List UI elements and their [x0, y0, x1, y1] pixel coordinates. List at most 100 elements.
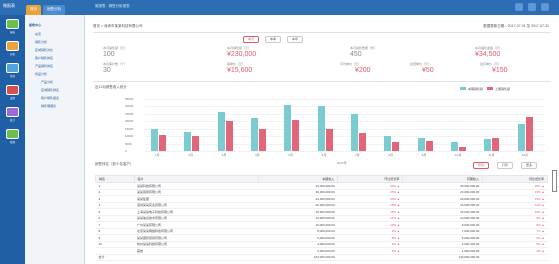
close-icon[interactable]	[541, 3, 549, 11]
analysis-icon	[6, 41, 19, 51]
bar-current[interactable]	[351, 113, 358, 151]
rail-item-report[interactable]: 报表	[3, 19, 22, 35]
bar-current[interactable]	[317, 106, 325, 151]
y-tick-label: 35000	[125, 97, 134, 101]
table-cell: 164,000,000.00	[258, 254, 338, 261]
bar-previous[interactable]	[392, 142, 400, 151]
x-tick-label: 5月	[288, 153, 293, 157]
table-cell	[134, 254, 259, 261]
tree-item[interactable]: 客户销售排名	[35, 56, 53, 60]
main-content: 首页 > 深圳市某某科技有限公司 数据更新日期：2017-07-01 至 201…	[85, 15, 559, 264]
window-title: 微报表 - 销售分析报表	[95, 4, 130, 8]
tree-item[interactable]: 区域销售排名	[41, 88, 59, 92]
tree-item[interactable]: 商品分析	[35, 72, 47, 76]
rail-item-settings[interactable]: 设置	[3, 85, 22, 101]
bar-current[interactable]	[484, 139, 492, 151]
tab-home[interactable]: 首页	[26, 5, 41, 15]
tree-item[interactable]: 总览	[35, 32, 41, 36]
scrollbar[interactable]	[552, 170, 557, 192]
bar-current[interactable]	[284, 104, 292, 151]
table-row[interactable]: 合计 164,000,000.00 140,000,000.00	[95, 254, 548, 261]
tree-item[interactable]: 销售分析	[35, 40, 47, 44]
print-button[interactable]: 打印	[497, 162, 513, 169]
x-tick-label: 10月	[455, 153, 462, 157]
bar-previous[interactable]	[159, 134, 166, 151]
x-tick-label: 2月	[188, 153, 193, 157]
gridline	[145, 106, 545, 108]
x-tick-label: 4月	[255, 153, 260, 157]
tree-item[interactable]: 产品销售排名	[35, 64, 53, 68]
bar-previous[interactable]	[192, 136, 200, 151]
bar-current[interactable]	[451, 142, 458, 151]
tree-item[interactable]: 区域销售对比	[35, 48, 53, 52]
bar-current[interactable]	[517, 124, 525, 151]
bar-current[interactable]	[151, 128, 158, 151]
tree-sidebar: 报表中心 总览 销售分析 区域销售对比 客户销售排名 产品销售排名 商品分析 产…	[25, 15, 85, 264]
bar-previous[interactable]	[359, 133, 366, 151]
top-tabs: 首页 销售分析	[26, 5, 65, 15]
y-tick-label: 20000	[125, 119, 134, 124]
export-button[interactable]: 导出	[473, 162, 489, 169]
more-button[interactable]: 更多	[521, 162, 537, 169]
table-cell: 合计	[95, 254, 134, 261]
bar-current[interactable]	[384, 136, 392, 151]
gridline	[145, 121, 545, 123]
gridline	[145, 151, 545, 152]
icon-rail: 报表 分析 查询 设置 统计 管理	[0, 15, 25, 264]
rail-item-manage[interactable]: 管理	[3, 129, 22, 145]
gridline	[145, 136, 545, 138]
rail-label: 设置	[9, 97, 15, 100]
table-cell	[337, 254, 403, 261]
rail-item-query[interactable]: 查询	[3, 63, 22, 79]
gridline	[145, 128, 545, 130]
table-body: 1 某某科技有限公司 34,000,000.00 30% ▲ 30,000,000.00…	[95, 182, 548, 261]
bar-previous[interactable]	[292, 119, 300, 151]
column-header[interactable]: 客户	[133, 175, 259, 183]
rail-label: 查询	[9, 75, 15, 78]
bar-current[interactable]	[251, 118, 258, 151]
x-tick-label: 12月	[521, 153, 528, 157]
bar-current[interactable]	[217, 112, 225, 151]
user-icon[interactable]	[515, 3, 523, 11]
column-header[interactable]: 排名	[95, 175, 135, 183]
x-tick-label: 6月	[321, 153, 327, 157]
tree-item[interactable]: 产品分析	[41, 80, 53, 84]
column-header[interactable]: 本期收入	[257, 175, 339, 183]
table-cell: 140,000,000.00	[402, 254, 483, 261]
rail-item-analysis[interactable]: 分析	[3, 41, 22, 57]
bar-previous[interactable]	[425, 140, 433, 151]
y-tick-label: 30000	[125, 104, 134, 109]
tree-item[interactable]: 销售明细表	[41, 104, 56, 108]
tree-root[interactable]: 报表中心	[29, 23, 41, 27]
column-header[interactable]: 同期收入	[402, 175, 483, 183]
window-controls	[515, 3, 549, 11]
top-bar: 微报表 首页 销售分析 微报表 - 销售分析报表	[0, 0, 559, 15]
x-tick-label: 8月	[388, 153, 393, 157]
bar-previous[interactable]	[225, 121, 233, 151]
x-axis-label: 2017年	[337, 161, 347, 165]
rail-item-stats[interactable]: 统计	[3, 107, 22, 123]
bar-previous[interactable]	[459, 146, 466, 151]
bar-previous[interactable]	[259, 128, 266, 151]
query-icon	[6, 63, 19, 73]
bar-previous[interactable]	[492, 137, 500, 151]
bar-current[interactable]	[184, 131, 192, 151]
bar-previous[interactable]	[325, 128, 333, 151]
table-header-row: 排名 客户 本期收入 环比增长率 同期收入 同比增长率	[95, 175, 549, 183]
table-cell	[482, 254, 548, 261]
x-tick-label: 7月	[355, 153, 360, 157]
x-tick-label: 3月	[221, 153, 227, 157]
tree-item[interactable]: 客户销售报表	[41, 96, 59, 100]
bar-current[interactable]	[417, 137, 425, 151]
y-tick-label: 25000	[125, 111, 134, 116]
rail-label: 管理	[9, 141, 15, 144]
tab-sales-analysis[interactable]: 销售分析	[43, 5, 65, 15]
settings-icon[interactable]	[528, 3, 536, 11]
manage-icon	[6, 129, 19, 139]
column-header[interactable]: 环比增长率	[337, 175, 404, 183]
column-header[interactable]: 同比增长率	[481, 175, 549, 183]
settings-icon	[6, 85, 19, 95]
app-logo: 微报表	[3, 3, 15, 8]
gridline	[145, 113, 545, 115]
bar-previous[interactable]	[525, 116, 533, 151]
